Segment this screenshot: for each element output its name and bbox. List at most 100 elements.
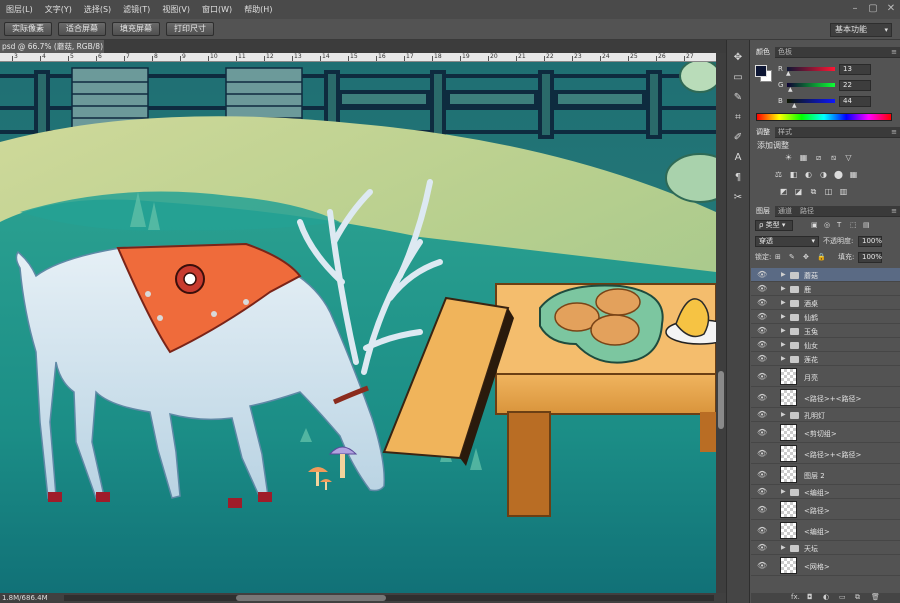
expand-triangle-icon[interactable]: ▶ <box>781 488 786 495</box>
filter-icon[interactable]: ▤ <box>863 220 870 231</box>
canvas[interactable] <box>0 62 716 593</box>
panel-menu-icon[interactable]: ≡ <box>891 47 897 58</box>
adjustment-icon[interactable]: ▦ <box>848 170 859 180</box>
blue-value-field[interactable]: 44 <box>839 96 871 107</box>
print-size-button[interactable]: 打印尺寸 <box>166 22 214 36</box>
blue-slider[interactable]: ▲ <box>787 99 835 109</box>
panel-menu-icon[interactable]: ≡ <box>891 127 897 138</box>
layer-row[interactable]: 👁 月亮 <box>751 366 900 387</box>
maximize-button[interactable]: ▢ <box>866 2 880 16</box>
visibility-eye-icon[interactable]: 👁 <box>757 543 767 552</box>
expand-triangle-icon[interactable]: ▶ <box>781 327 786 334</box>
lock-icon[interactable]: ⊞ <box>775 252 781 263</box>
color-spectrum[interactable] <box>756 113 892 121</box>
adjustment-icon[interactable]: ⬤ <box>833 170 844 180</box>
lock-icon[interactable]: ✥ <box>803 252 809 263</box>
expand-triangle-icon[interactable]: ▶ <box>781 341 786 348</box>
move-tool-icon[interactable]: ✥ <box>727 48 749 68</box>
green-value-field[interactable]: 22 <box>839 80 871 91</box>
tab-layers[interactable]: 图层 <box>751 206 775 217</box>
minimize-button[interactable]: – <box>848 2 862 16</box>
expand-triangle-icon[interactable]: ▶ <box>781 271 786 278</box>
adjustment-icon[interactable]: ◪ <box>793 187 804 197</box>
visibility-eye-icon[interactable]: 👁 <box>757 354 767 363</box>
adjustment-icon[interactable]: ◑ <box>818 170 829 180</box>
slider-marker-icon[interactable]: ▲ <box>788 86 793 93</box>
adjustment-icon[interactable]: ⧄ <box>813 153 824 163</box>
visibility-eye-icon[interactable]: 👁 <box>757 298 767 307</box>
visibility-eye-icon[interactable]: 👁 <box>757 470 767 479</box>
paragraph-tool-icon[interactable]: ¶ <box>727 168 749 188</box>
layers-footer-icon[interactable]: fx. <box>791 593 800 601</box>
slider-marker-icon[interactable]: ▲ <box>786 70 791 77</box>
layers-footer-icon[interactable]: ⧉ <box>855 593 860 602</box>
visibility-eye-icon[interactable]: 👁 <box>757 410 767 419</box>
layer-row[interactable]: 👁 ▶ 孔明灯 <box>751 408 900 422</box>
workspace-select[interactable]: 基本功能 ▾ <box>830 23 892 37</box>
layer-row[interactable]: 👁 ▶ 酒桌 <box>751 296 900 310</box>
lock-icon[interactable]: 🔒 <box>817 252 826 263</box>
horizontal-scrollbar[interactable] <box>64 595 714 601</box>
layer-filter-select[interactable]: ρ 类型 ▾ <box>755 220 793 231</box>
layer-row[interactable]: 👁 <路径>+<路径> <box>751 387 900 408</box>
adjustment-icon[interactable]: ⧉ <box>808 187 819 197</box>
visibility-eye-icon[interactable]: 👁 <box>757 505 767 514</box>
layers-footer-icon[interactable]: ◘ <box>807 593 813 601</box>
menu-help[interactable]: 帮助(H) <box>238 4 278 15</box>
blend-mode-select[interactable]: 穿透 ▾ <box>755 236 819 247</box>
expand-triangle-icon[interactable]: ▶ <box>781 285 786 292</box>
layer-row[interactable]: 👁 ▶ 仙女 <box>751 338 900 352</box>
opacity-field[interactable]: 100% <box>858 236 882 247</box>
filter-icon[interactable]: ▣ <box>811 220 818 231</box>
scroll-thumb[interactable] <box>718 371 724 429</box>
lasso-tool-icon[interactable]: ✎ <box>727 88 749 108</box>
tab-channels[interactable]: 通道 <box>773 206 797 217</box>
adjustment-icon[interactable]: ◧ <box>788 170 799 180</box>
layer-row[interactable]: 👁 <路径> <box>751 499 900 520</box>
red-value-field[interactable]: 13 <box>839 64 871 75</box>
filter-icon[interactable]: ⬚ <box>850 220 857 231</box>
adjustment-icon[interactable]: ◫ <box>823 187 834 197</box>
adjustment-icon[interactable]: ▽ <box>843 153 854 163</box>
filter-icon[interactable]: ◎ <box>824 220 830 231</box>
menu-select[interactable]: 选择(S) <box>78 4 117 15</box>
crop-tool-icon[interactable]: ⌗ <box>727 108 749 128</box>
marquee-tool-icon[interactable]: ▭ <box>727 68 749 88</box>
filter-icon[interactable]: T <box>837 220 841 231</box>
layer-row[interactable]: 👁 图层 2 <box>751 464 900 485</box>
expand-triangle-icon[interactable]: ▶ <box>781 411 786 418</box>
layer-row[interactable]: 👁 ▶ 仙鹤 <box>751 310 900 324</box>
foreground-color-swatch[interactable] <box>755 65 767 77</box>
expand-triangle-icon[interactable]: ▶ <box>781 299 786 306</box>
layer-row[interactable]: 👁 <剪切组> <box>751 422 900 443</box>
adjustment-icon[interactable]: ⧅ <box>828 153 839 163</box>
adjustment-icon[interactable]: ◐ <box>803 170 814 180</box>
visibility-eye-icon[interactable]: 👁 <box>757 561 767 570</box>
layer-row[interactable]: 👁 ▶ 天坛 <box>751 541 900 555</box>
fit-screen-button[interactable]: 适合屏幕 <box>58 22 106 36</box>
close-window-button[interactable]: ✕ <box>884 2 898 16</box>
scroll-thumb[interactable] <box>236 595 386 601</box>
document-tab[interactable]: psd @ 66.7% (蘑菇, RGB/8) *× <box>0 40 104 64</box>
visibility-eye-icon[interactable]: 👁 <box>757 372 767 381</box>
eyedropper-tool-icon[interactable]: ✐ <box>727 128 749 148</box>
vertical-scrollbar[interactable] <box>716 53 726 593</box>
adjustment-icon[interactable]: ◩ <box>778 187 789 197</box>
expand-triangle-icon[interactable]: ▶ <box>781 544 786 551</box>
layer-row[interactable]: 👁 ▶ 莲花 <box>751 352 900 366</box>
fill-screen-button[interactable]: 填充屏幕 <box>112 22 160 36</box>
layer-row[interactable]: 👁 <路径>+<路径> <box>751 443 900 464</box>
menu-window[interactable]: 窗口(W) <box>196 4 238 15</box>
green-slider[interactable]: ▲ <box>787 83 835 93</box>
panel-menu-icon[interactable]: ≡ <box>891 206 897 217</box>
lock-icon[interactable]: ✎ <box>789 252 795 263</box>
text-tool-icon[interactable]: A <box>727 148 749 168</box>
menu-view[interactable]: 视图(V) <box>156 4 196 15</box>
visibility-eye-icon[interactable]: 👁 <box>757 526 767 535</box>
visibility-eye-icon[interactable]: 👁 <box>757 393 767 402</box>
adjustment-icon[interactable]: ▥ <box>838 187 849 197</box>
tab-swatches[interactable]: 色板 <box>773 47 797 58</box>
visibility-eye-icon[interactable]: 👁 <box>757 449 767 458</box>
visibility-eye-icon[interactable]: 👁 <box>757 326 767 335</box>
adjustment-icon[interactable]: ☀ <box>783 153 794 163</box>
